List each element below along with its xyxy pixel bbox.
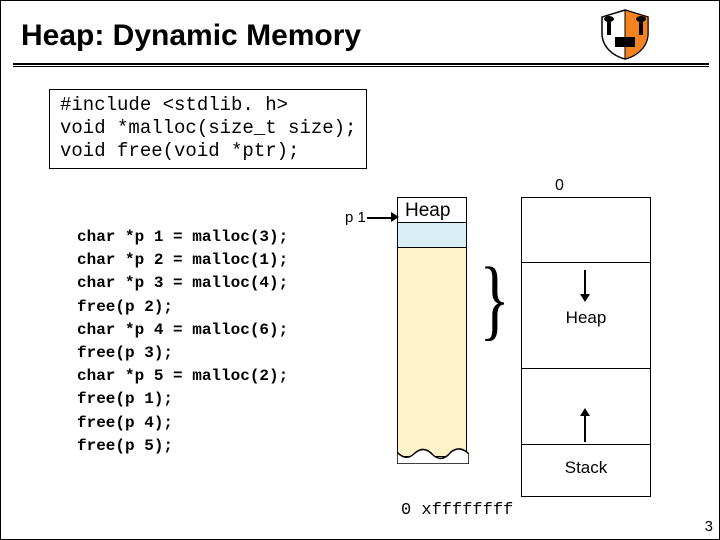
torn-edge (397, 448, 469, 464)
title-underline (13, 63, 709, 67)
address-zero-label: 0 (555, 177, 564, 195)
crest-logo (593, 7, 657, 61)
mem-stack-label: Stack (522, 458, 650, 478)
heap-column (397, 197, 467, 457)
mem-divider (522, 368, 650, 369)
address-max-label: 0 xffffffff (401, 501, 513, 520)
p1-pointer-label: p 1 (345, 209, 366, 226)
p1-arrow-head (391, 212, 399, 222)
mem-divider (522, 444, 650, 445)
p1-allocation-region (398, 222, 466, 248)
mem-heap-label: Heap (522, 308, 650, 328)
code-listing: char *p 1 = malloc(3); char *p 2 = mallo… (77, 226, 288, 458)
brace-icon: } (479, 255, 509, 345)
slide-number: 3 (705, 518, 713, 535)
mem-divider (522, 262, 650, 263)
prototype-box: #include <stdlib. h> void *malloc(size_t… (49, 89, 367, 169)
heap-free-region (398, 248, 466, 456)
heap-grow-arrow (584, 270, 586, 298)
page-title: Heap: Dynamic Memory (21, 19, 361, 53)
heap-label: Heap (405, 200, 450, 222)
stack-grow-arrow (584, 414, 586, 442)
slide: Heap: Dynamic Memory #include <stdlib. h… (0, 0, 720, 540)
memory-layout-column: Heap Stack (521, 197, 651, 497)
